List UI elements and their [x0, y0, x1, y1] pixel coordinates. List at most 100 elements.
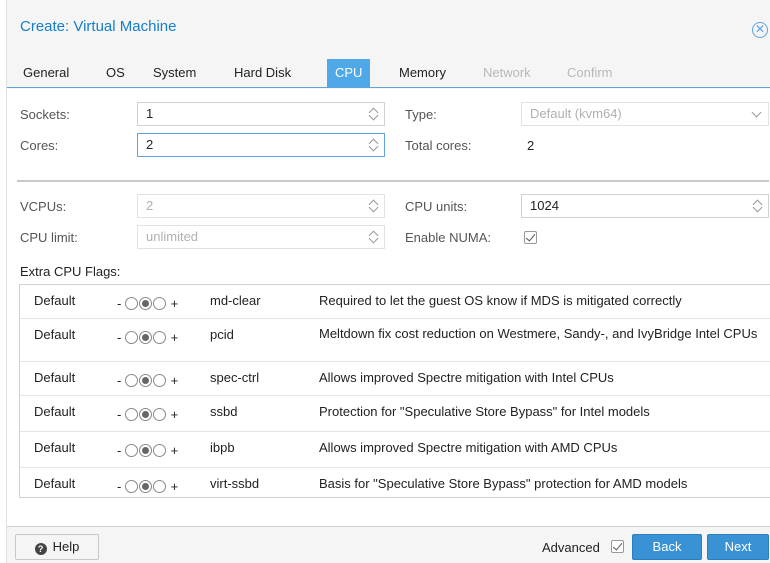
vcpus-field: 2 [137, 194, 385, 218]
cpu-limit-value: unlimited [146, 229, 199, 244]
tab-hard-disk[interactable]: Hard Disk [226, 59, 299, 87]
sockets-field[interactable]: 1 [137, 102, 385, 126]
radio-default[interactable] [138, 480, 152, 494]
flag-name: virt-ssbd [210, 476, 260, 491]
cpu-limit-spinner-icon [369, 229, 379, 245]
cpu-units-field[interactable]: 1024 [521, 194, 769, 218]
tab-memory[interactable]: Memory [391, 59, 454, 87]
tab-system[interactable]: System [145, 59, 204, 87]
radio-on[interactable] [152, 480, 166, 494]
flag-state: Default [34, 293, 76, 308]
flag-description: Allows improved Spectre mitigation with … [319, 440, 618, 455]
cores-field[interactable]: 2 [137, 133, 385, 157]
flag-description: Protection for "Speculative Store Bypass… [319, 404, 650, 419]
flag-tristate: - + [117, 478, 207, 497]
next-button[interactable]: Next [707, 534, 769, 560]
vcpus-label: VCPUs: [20, 199, 67, 214]
radio-default[interactable] [138, 374, 152, 388]
enable-numa-checkbox[interactable] [524, 231, 537, 244]
radio-on[interactable] [152, 444, 166, 458]
extra-cpu-flags-label: Extra CPU Flags: [20, 264, 121, 279]
flag-state: Default [34, 476, 76, 491]
cores-spinner-icon[interactable] [369, 137, 379, 153]
flag-name: md-clear [210, 293, 261, 308]
vcpus-spinner-icon [369, 198, 379, 214]
tab-cpu[interactable]: CPU [327, 59, 371, 87]
flag-name: pcid [210, 327, 234, 342]
back-button[interactable]: Back [632, 534, 702, 560]
radio-on[interactable] [152, 331, 166, 345]
cores-value: 2 [146, 137, 154, 152]
radio-on[interactable] [152, 374, 166, 388]
flag-description: Basis for "Speculative Store Bypass" pro… [319, 476, 688, 491]
type-label: Type: [405, 107, 437, 122]
plus-label: + [170, 296, 179, 312]
table-row: Default - + md-clear Required to let the… [20, 285, 770, 319]
minus-label: - [117, 407, 122, 423]
radio-off[interactable] [124, 331, 138, 345]
total-cores-value: 2 [527, 138, 535, 153]
vcpus-value: 2 [146, 198, 154, 213]
create-vm-dialog: Create: Virtual Machine ✕ General OS Sys… [6, 0, 770, 563]
plus-label: + [170, 373, 179, 389]
advanced-checkbox[interactable] [611, 540, 624, 553]
flag-name: ssbd [210, 404, 238, 419]
help-label: Help [52, 539, 80, 554]
table-row: Default - + virt-ssbd Basis for "Specula… [20, 468, 770, 497]
radio-off[interactable] [124, 444, 138, 458]
cpu-panel: Sockets: 1 Type: Default (kvm64) Cores: … [7, 89, 770, 527]
flag-name: spec-ctrl [210, 370, 260, 385]
type-select: Default (kvm64) [521, 102, 769, 126]
radio-default[interactable] [138, 297, 152, 311]
table-row: Default - + ssbd Protection for "Specula… [20, 396, 770, 432]
advanced-label: Advanced [542, 540, 600, 555]
radio-off[interactable] [124, 297, 138, 311]
dialog-title: Create: Virtual Machine [20, 18, 177, 35]
flag-state: Default [34, 370, 76, 385]
flag-tristate: - + [117, 406, 207, 426]
radio-default[interactable] [138, 331, 152, 345]
extra-cpu-flags-grid: Default - + md-clear Required to let the… [19, 284, 770, 498]
flag-description: Allows improved Spectre mitigation with … [319, 370, 614, 385]
help-button[interactable]: ? Help [15, 534, 99, 560]
cpu-units-spinner-icon[interactable] [753, 198, 763, 214]
total-cores-label: Total cores: [405, 138, 472, 153]
close-icon[interactable]: ✕ [752, 22, 768, 38]
tab-network: Network [483, 65, 531, 80]
help-icon: ? [34, 543, 47, 555]
tab-confirm: Confirm [567, 65, 613, 80]
minus-label: - [117, 443, 122, 459]
cpu-units-value: 1024 [530, 198, 559, 213]
radio-off[interactable] [124, 408, 138, 422]
radio-off[interactable] [124, 480, 138, 494]
cpu-units-label: CPU units: [405, 199, 468, 214]
plus-label: + [170, 443, 179, 459]
section-divider [17, 180, 769, 182]
flag-state: Default [34, 327, 76, 342]
flag-description: Meltdown fix cost reduction on Westmere,… [319, 326, 758, 341]
plus-label: + [170, 479, 179, 495]
flag-state: Default [34, 404, 76, 419]
radio-off[interactable] [124, 374, 138, 388]
flag-tristate: - + [117, 442, 207, 462]
title-bar: Create: Virtual Machine ✕ [7, 0, 770, 48]
table-row: Default - + pcid Meltdown fix cost reduc… [20, 319, 770, 362]
dialog-footer: ? Help Advanced Back Next [7, 527, 770, 563]
tab-os[interactable]: OS [98, 59, 133, 87]
cpu-limit-label: CPU limit: [20, 230, 78, 245]
cpu-limit-field: unlimited [137, 225, 385, 249]
radio-default[interactable] [138, 444, 152, 458]
tab-general[interactable]: General [15, 59, 77, 87]
flag-state: Default [34, 440, 76, 455]
minus-label: - [117, 479, 122, 495]
radio-on[interactable] [152, 297, 166, 311]
flag-description: Required to let the guest OS know if MDS… [319, 293, 682, 308]
radio-default[interactable] [138, 408, 152, 422]
sockets-spinner-icon[interactable] [369, 106, 379, 122]
minus-label: - [117, 330, 122, 346]
radio-on[interactable] [152, 408, 166, 422]
type-value: Default (kvm64) [530, 106, 622, 121]
minus-label: - [117, 296, 122, 312]
table-row: Default - + ibpb Allows improved Spectre… [20, 432, 770, 468]
cores-label: Cores: [20, 138, 59, 153]
